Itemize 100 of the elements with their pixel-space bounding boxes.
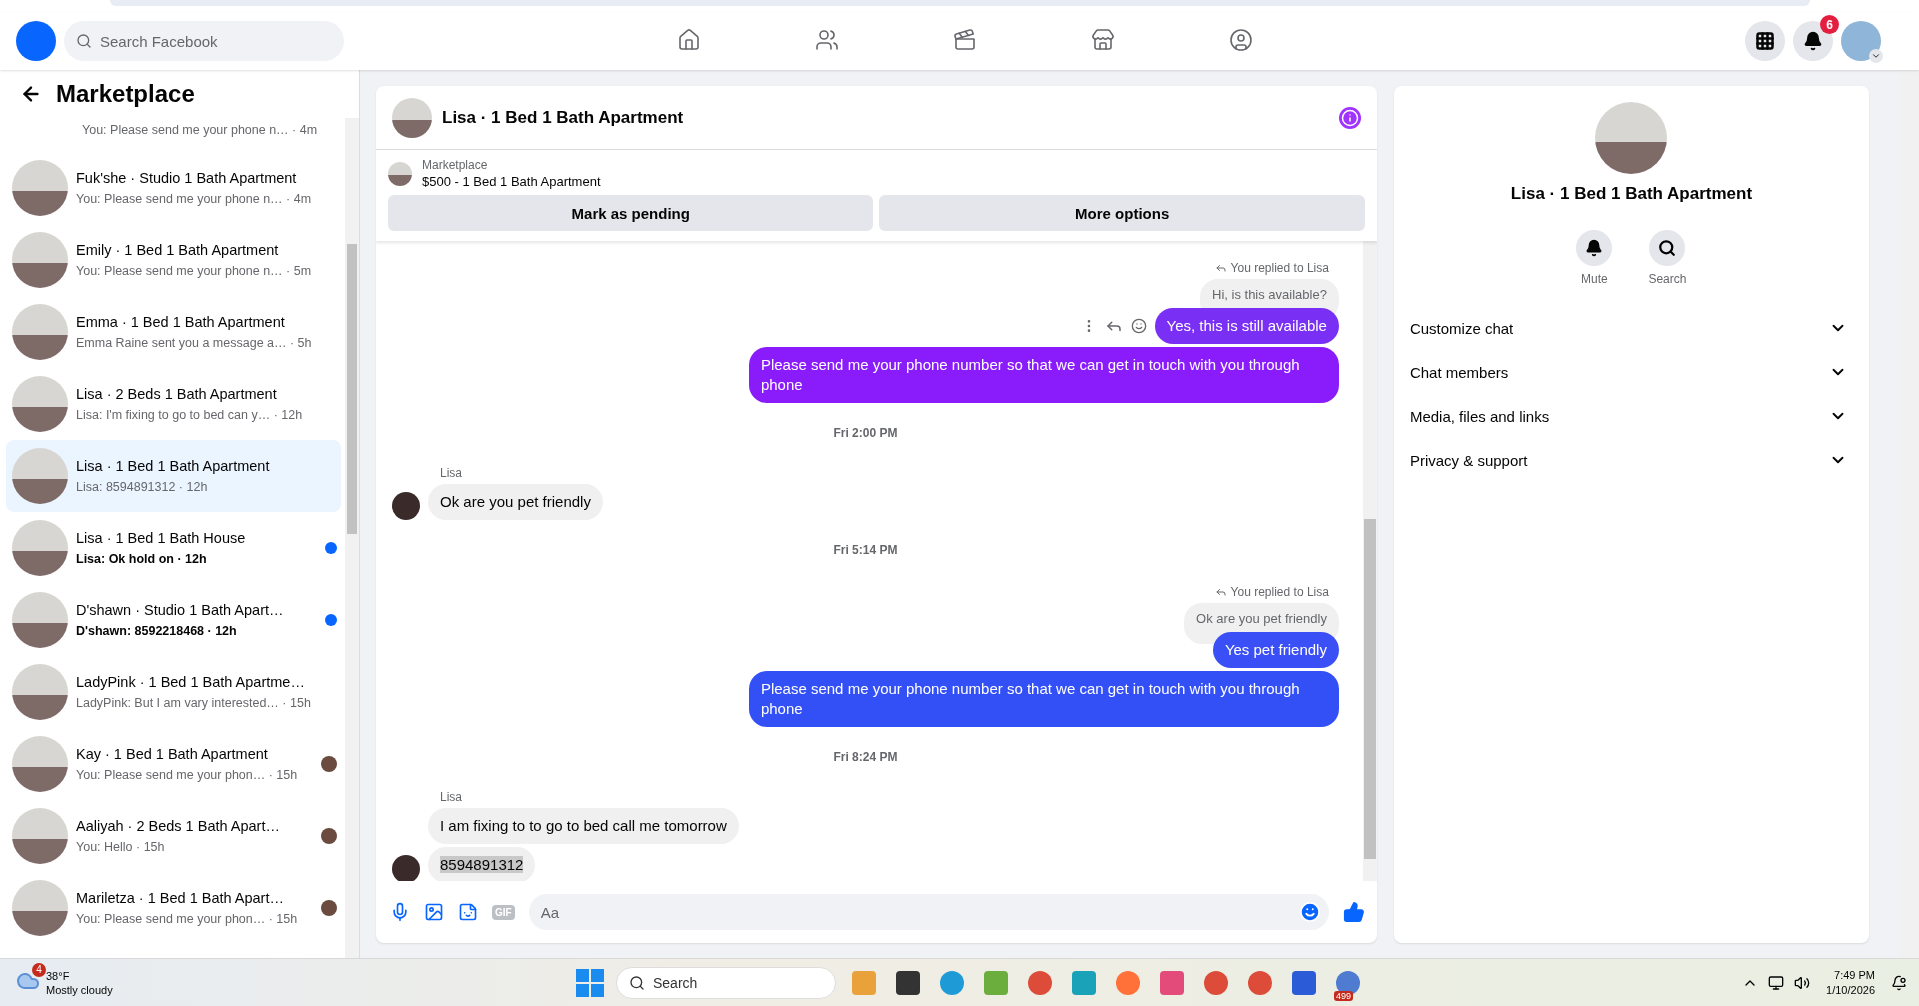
conversation-item[interactable]: Lisa · 1 Bed 1 Bath House Lisa: Ok hold on · 12h — [6, 512, 341, 584]
notification-count: 6 — [1820, 15, 1839, 34]
image-icon[interactable] — [424, 902, 444, 922]
friends-icon — [815, 27, 839, 52]
action-label: Mute — [1581, 272, 1608, 286]
conversation-name: Lisa · 1 Bed 1 Bath Apartment — [76, 456, 271, 476]
app-badge: 499 — [1334, 990, 1354, 1001]
conversation-item[interactable]: Emma · 1 Bed 1 Bath Apartment Emma Raine sent you a message a… · 5h — [6, 296, 341, 368]
notifications-button[interactable] — [1793, 21, 1833, 61]
conversation-item[interactable]: Kay · 1 Bed 1 Bath Apartment You: Please send me your phon… · 15h — [6, 728, 341, 800]
reply-note: You replied to Lisa — [1230, 585, 1329, 599]
outgoing-message: Yes pet friendly — [1212, 632, 1339, 668]
unread-dot — [325, 542, 337, 554]
photo-placeholder — [388, 161, 412, 186]
listing-button[interactable]: Mark as pending — [388, 195, 874, 231]
photo-placeholder — [12, 736, 68, 792]
conversation-name: Mariletza · 1 Bed 1 Bath Apart… — [76, 888, 285, 908]
photo-placeholder — [12, 232, 68, 288]
chevron-down-icon — [1871, 51, 1881, 61]
info-icon[interactable] — [1338, 106, 1361, 129]
message-field[interactable]: Aa — [528, 894, 1329, 930]
search-field[interactable]: Search Facebook — [64, 21, 344, 61]
emoji-icon[interactable] — [1130, 318, 1147, 334]
conversation-name: Aaliyah · 2 Beds 1 Bath Apart… — [76, 816, 281, 836]
message-time: Fri 5:14 PM — [833, 543, 898, 557]
start-button[interactable] — [576, 968, 604, 997]
conversation-name: LadyPink · 1 Bed 1 Bath Apartme… — [76, 672, 306, 692]
logo-icon[interactable] — [16, 21, 56, 61]
scrollbar[interactable] — [345, 118, 359, 958]
photo-placeholder — [12, 304, 68, 360]
listing-button[interactable]: More options — [879, 195, 1365, 231]
marketplace-icon — [1091, 27, 1115, 52]
photo-placeholder — [12, 592, 68, 648]
listing-source: Marketplace — [422, 158, 489, 172]
search-icon — [629, 974, 645, 991]
search-button[interactable] — [1649, 230, 1686, 266]
conversation-preview: Emma Raine sent you a message a… · 5h — [76, 334, 313, 352]
app-icon[interactable] — [1336, 970, 1360, 995]
conversation-item[interactable]: Fuk'she · Studio 1 Bath Apartment You: Please send me your phone n… · 4m — [6, 152, 341, 224]
sticker-icon[interactable] — [458, 902, 478, 922]
section-row[interactable]: Media, files and links — [1405, 394, 1857, 438]
conversation-preview: You: Hello · 15h — [76, 838, 166, 856]
conversation-item[interactable]: D'shawn · Studio 1 Bath Apart… D'shawn: 8592218468 · 12h — [6, 584, 341, 656]
photo-placeholder — [12, 880, 68, 936]
conversation-name: Emily · 1 Bed 1 Bath Apartment — [76, 240, 280, 260]
conversation-item[interactable]: LadyPink · 1 Bed 1 Bath Apartme… LadyPink: But I am vary interested… · 15h — [6, 656, 341, 728]
weather-badge: 4 — [32, 962, 46, 977]
mute-button[interactable] — [1576, 230, 1613, 266]
conversation-item[interactable]: Aaliyah · 2 Beds 1 Bath Apart… You: Hello · 15h — [6, 800, 341, 872]
conversation-item[interactable]: Lisa · 1 Bed 1 Bath Apartment Lisa: 8594891312 · 12h — [6, 440, 341, 512]
photo-placeholder — [12, 520, 68, 576]
menu-button[interactable] — [1745, 21, 1785, 61]
sender-name: Lisa — [440, 790, 463, 804]
conversation-name: Emma · 1 Bed 1 Bath Apartment — [76, 312, 286, 332]
reply-note: You replied to Lisa — [1230, 261, 1329, 275]
seen-avatar — [321, 900, 337, 916]
seen-avatar — [321, 756, 337, 772]
section-row[interactable]: Customize chat — [1405, 306, 1857, 350]
weather-condition: Mostly cloudy — [46, 982, 113, 997]
photo-placeholder — [12, 448, 68, 504]
scrollbar[interactable] — [1900, 70, 1919, 958]
taskbar-search[interactable]: Search — [616, 966, 836, 999]
conversation-preview: You: Please send me your phone n… · 4m — [76, 190, 313, 208]
section-row[interactable]: Privacy & support — [1405, 438, 1857, 482]
bell-icon — [1585, 239, 1604, 257]
microphone-icon[interactable] — [390, 902, 410, 922]
volume-icon[interactable] — [1794, 974, 1811, 991]
conversation-item[interactable]: Lisa · 2 Beds 1 Bath Apartment Lisa: I'm fixing to go to bed can y… · 12h — [6, 368, 341, 440]
scrollbar[interactable] — [1362, 241, 1377, 881]
conversation-preview: Lisa: 8594891312 · 12h — [76, 478, 209, 496]
conversation-name: Lisa · 1 Bed 1 Bath House — [76, 528, 247, 548]
photo-placeholder — [392, 97, 432, 138]
clock-date: 1/10/2026 — [1826, 982, 1875, 998]
photo-placeholder — [12, 808, 68, 864]
like-icon[interactable] — [1342, 901, 1365, 923]
conversation-preview: You: Please send me your phone n… · 4m — [82, 122, 318, 139]
grid-icon — [1755, 31, 1775, 51]
notification-icon[interactable] — [1891, 974, 1907, 991]
conversation-preview: Lisa: Ok hold on · 12h — [76, 550, 208, 568]
outgoing-message: Please send me your phone number so that we can get in touch with you through phone — [748, 347, 1339, 403]
incoming-message: Ok are you pet friendly — [428, 484, 603, 520]
action-label: Search — [1648, 272, 1687, 286]
conversation-title: Lisa · 1 Bed 1 Bath Apartment — [1510, 184, 1753, 204]
conversation-name: Fuk'she · Studio 1 Bath Apartment — [76, 168, 298, 188]
unread-dot — [325, 614, 337, 626]
conversation-preview: You: Please send me your phon… · 15h — [76, 766, 299, 784]
conversation-preview: D'shawn: 8592218468 · 12h — [76, 622, 238, 640]
conversation-item[interactable]: Mariletza · 1 Bed 1 Bath Apart… You: Please send me your phon… · 15h — [6, 872, 341, 944]
section-row[interactable]: Chat members — [1405, 350, 1857, 394]
conversation-name: Kay · 1 Bed 1 Bath Apartment — [76, 744, 269, 764]
app-icon[interactable] — [1292, 970, 1316, 995]
conversation-name: D'shawn · Studio 1 Bath Apart… — [76, 600, 285, 620]
listing-title: $500 - 1 Bed 1 Bath Apartment — [422, 174, 601, 189]
app-icon[interactable] — [896, 970, 920, 995]
bell-icon — [1803, 31, 1823, 51]
conversation-preview: You: Please send me your phone n… · 5m — [76, 262, 313, 280]
search-icon — [1658, 239, 1677, 257]
conversation-item[interactable]: Emily · 1 Bed 1 Bath Apartment You: Please send me your phone n… · 5m — [6, 224, 341, 296]
monitor-icon[interactable] — [1768, 974, 1785, 991]
seen-avatar — [321, 828, 337, 844]
